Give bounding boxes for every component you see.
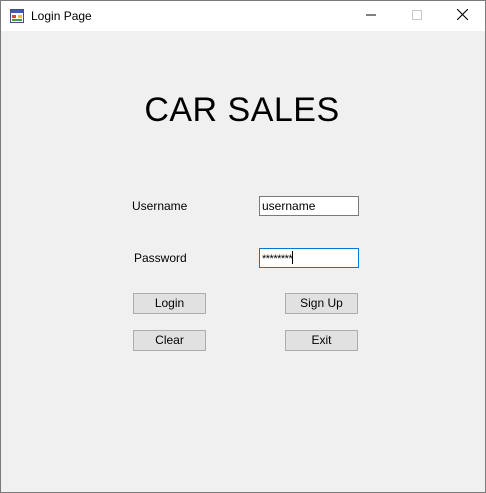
maximize-button[interactable]: [394, 1, 440, 31]
text-caret: [292, 251, 294, 265]
minimize-button[interactable]: [348, 1, 394, 31]
minimize-icon: [366, 9, 376, 23]
username-field[interactable]: username: [259, 196, 359, 216]
clear-button[interactable]: Clear: [133, 330, 206, 351]
username-label: Username: [132, 199, 188, 213]
signup-button[interactable]: Sign Up: [285, 293, 358, 314]
close-button[interactable]: [439, 1, 485, 31]
page-title: CAR SALES: [1, 91, 485, 130]
password-label: Password: [134, 251, 187, 265]
page-title-text: CAR SALES: [144, 91, 340, 129]
title-bar[interactable]: Login Page: [1, 1, 485, 31]
app-window-icon: [10, 9, 24, 23]
exit-button[interactable]: Exit: [285, 330, 358, 351]
username-value: username: [262, 199, 316, 213]
form-client-area: CAR SALES Username username Password ***…: [1, 31, 485, 492]
login-button[interactable]: Login: [133, 293, 206, 314]
close-icon: [456, 8, 468, 23]
password-value: ********: [262, 253, 293, 265]
window-title: Login Page: [31, 9, 92, 23]
maximize-icon: [412, 9, 422, 23]
password-field[interactable]: ********: [259, 248, 359, 268]
login-window: Login Page CAR SALES Username username P…: [0, 0, 486, 493]
